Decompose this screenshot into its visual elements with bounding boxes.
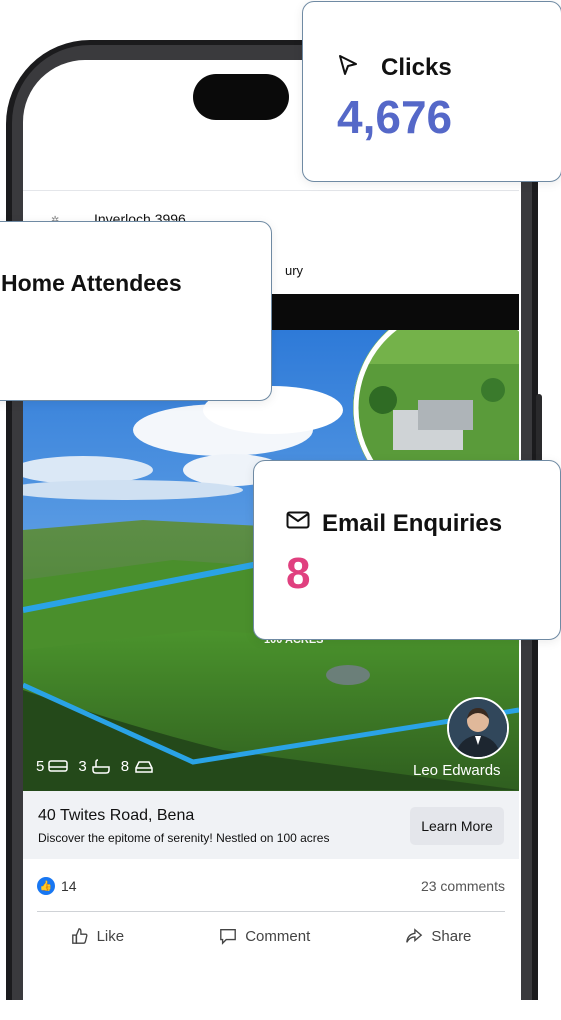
beds-count: 5 xyxy=(36,758,45,775)
attendees-stat-card: Home Attendees xyxy=(0,221,272,401)
dynamic-island xyxy=(193,74,289,120)
comment-label: Comment xyxy=(245,927,311,945)
email-enquiries-value: 8 xyxy=(286,549,311,598)
email-enquiries-card: Email Enquiries 8 xyxy=(253,460,561,640)
comments-count[interactable]: 23 comments xyxy=(421,878,505,894)
attendees-label: Home Attendees xyxy=(1,270,182,296)
clicks-stat-card: Clicks 4,676 xyxy=(302,1,561,182)
post-actions: Like Comment Share xyxy=(23,920,519,952)
clicks-value: 4,676 xyxy=(337,91,453,143)
engagement-stats: 👍 14 23 comments xyxy=(23,870,519,902)
bath-icon xyxy=(91,758,110,774)
property-specs: 5 3 8 xyxy=(36,758,155,775)
agent-name: Leo Edwards xyxy=(413,762,501,779)
share-icon xyxy=(406,928,423,943)
share-button[interactable]: Share xyxy=(405,927,471,945)
like-reaction-icon[interactable]: 👍 xyxy=(37,877,55,895)
like-button[interactable]: Like xyxy=(71,927,125,945)
bed-icon xyxy=(48,759,69,772)
share-label: Share xyxy=(431,927,472,945)
comment-icon xyxy=(220,929,237,945)
listing-title[interactable]: 40 Twites Road, Bena xyxy=(38,807,194,825)
divider xyxy=(37,911,505,912)
cars-count: 8 xyxy=(120,758,130,775)
thumbs-up-icon xyxy=(71,928,88,944)
agent-avatar[interactable] xyxy=(447,697,509,759)
listing-description: Discover the epitome of serenity! Nestle… xyxy=(38,831,330,845)
email-enquiries-label: Email Enquiries xyxy=(322,510,503,537)
envelope-icon xyxy=(286,511,310,529)
like-label: Like xyxy=(96,927,125,945)
learn-more-button[interactable]: Learn More xyxy=(410,807,504,845)
comment-button[interactable]: Comment xyxy=(219,927,310,945)
clicks-label: Clicks xyxy=(381,54,452,81)
car-icon xyxy=(135,760,153,773)
agent-portrait xyxy=(449,699,507,757)
post-subtitle: ury xyxy=(285,263,304,278)
cursor-icon xyxy=(339,55,357,75)
baths-count: 3 xyxy=(78,758,87,775)
listing-info[interactable]: 40 Twites Road, Bena Discover the epitom… xyxy=(23,791,519,859)
like-count[interactable]: 14 xyxy=(61,878,77,894)
